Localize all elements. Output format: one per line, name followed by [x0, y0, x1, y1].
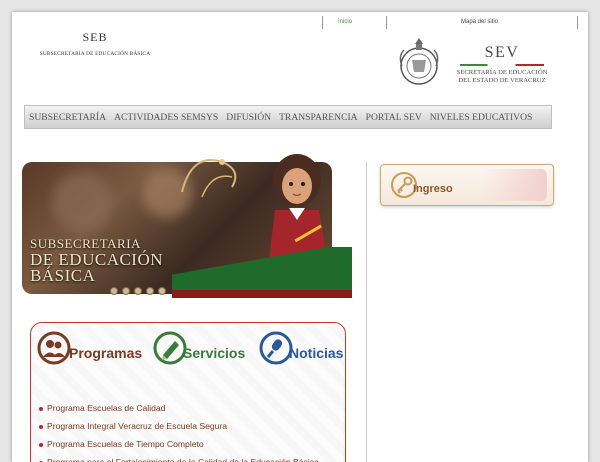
veracruz-seal-icon — [399, 38, 439, 85]
sitemap-link[interactable]: Mapa del sitio — [461, 19, 498, 25]
list-item[interactable]: Programa Escuelas de Tiempo Completo — [39, 435, 319, 453]
tab-noticias-label: Noticias — [289, 345, 344, 361]
slide-dot[interactable] — [122, 287, 130, 295]
login-button[interactable]: Ingreso — [380, 164, 554, 206]
login-decoration — [481, 169, 547, 201]
hero-banner[interactable]: SUBSECRETARIA DE EDUCACIÓN BÁSICA — [22, 142, 352, 300]
nav-item-actividades[interactable]: ACTIVIDADES SEMSYS — [110, 112, 222, 123]
separator — [386, 16, 387, 29]
tab-programas[interactable]: Programas — [37, 327, 147, 371]
seb-abbr: SEB — [82, 30, 108, 44]
slide-dot[interactable] — [134, 287, 142, 295]
top-links: Inicio Mapa del sitio — [322, 15, 584, 29]
column-divider — [366, 162, 367, 462]
microphone-icon — [259, 331, 293, 365]
sev-full-name-line1: SECRETARÍA DE EDUCACIÓN — [456, 69, 548, 76]
seb-full-name: SUBSECRETARÍA DE EDUCACIÓN BÁSICA — [39, 51, 151, 57]
tab-servicios[interactable]: Servicios — [153, 327, 246, 371]
red-stripe — [172, 290, 352, 298]
slide-dot[interactable] — [110, 287, 118, 295]
tab-noticias[interactable]: Noticias — [259, 327, 349, 371]
separator — [577, 16, 578, 29]
sev-abbr: SEV — [484, 44, 520, 61]
nav-item-transparencia[interactable]: TRANSPARENCIA — [275, 112, 362, 123]
programs-panel: Programas Servicios Noticias Programa Es… — [30, 322, 346, 462]
page: Inicio Mapa del sitio SEB SUBSECRETARÍA … — [12, 12, 588, 462]
seb-logo[interactable]: SEB SUBSECRETARÍA DE EDUCACIÓN BÁSICA — [36, 30, 154, 57]
home-link[interactable]: Inicio — [338, 19, 352, 25]
tab-servicios-label: Servicios — [183, 345, 246, 361]
student-girl-image — [269, 154, 327, 260]
panel-tabs: Programas Servicios Noticias — [35, 327, 345, 371]
nav-item-portal-sev[interactable]: PORTAL SEV — [362, 112, 426, 123]
green-stripe — [172, 247, 352, 293]
slide-dots — [110, 287, 166, 295]
list-item[interactable]: Programa para el Fortalecimiento de la C… — [39, 453, 319, 462]
sev-logo[interactable]: SEV SECRETARÍA DE EDUCACIÓN DEL ESTADO D… — [454, 44, 550, 84]
tab-programas-label: Programas — [69, 345, 143, 361]
list-item[interactable]: Programa Escuelas de Calidad — [39, 399, 319, 417]
nav-item-niveles[interactable]: NIVELES EDUCATIVOS — [426, 112, 537, 123]
flag-stripe — [460, 64, 544, 66]
main-nav: SUBSECRETARÍA ACTIVIDADES SEMSYS DIFUSIÓ… — [24, 105, 552, 129]
pencil-icon — [153, 331, 187, 365]
slide-dot[interactable] — [146, 287, 154, 295]
login-label: Ingreso — [413, 183, 453, 195]
banner-title-line3: BÁSICA — [30, 266, 96, 285]
nav-item-difusion[interactable]: DIFUSIÓN — [222, 112, 275, 123]
ornament-icon — [181, 159, 237, 198]
separator — [322, 16, 323, 29]
slide-dot[interactable] — [158, 287, 166, 295]
photo-blur — [52, 172, 112, 232]
banner-title: SUBSECRETARIA DE EDUCACIÓN BÁSICA — [30, 236, 163, 284]
sev-full-name-line2: DEL ESTADO DE VERACRUZ — [458, 76, 546, 84]
people-icon — [37, 331, 71, 365]
nav-item-subsecretaria[interactable]: SUBSECRETARÍA — [25, 112, 110, 123]
list-item[interactable]: Programa Integral Veracruz de Escuela Se… — [39, 417, 319, 435]
programs-list: Programa Escuelas de Calidad Programa In… — [39, 399, 319, 462]
